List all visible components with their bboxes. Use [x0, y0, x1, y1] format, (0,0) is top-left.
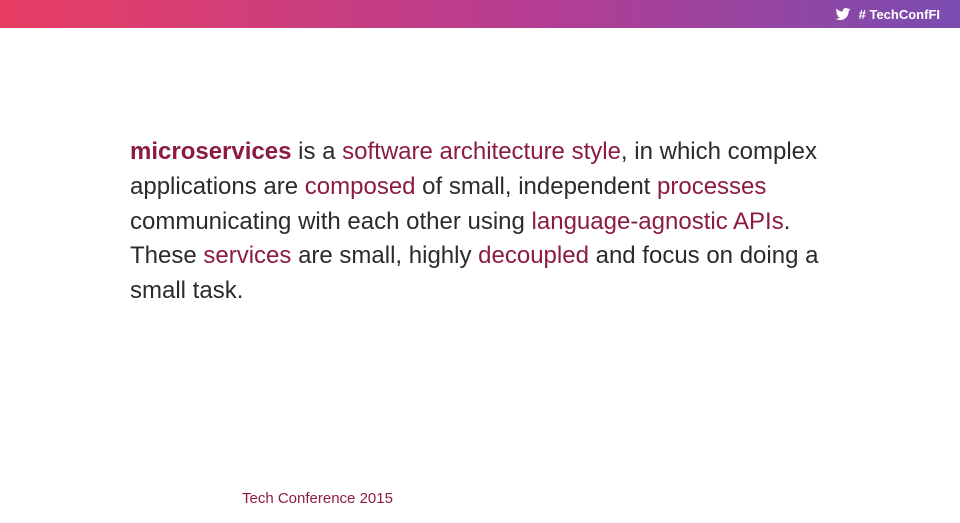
text: . [784, 208, 791, 235]
highlight-text: software architecture style [342, 138, 621, 165]
paragraph-1: microservices is a software architecture… [130, 135, 830, 239]
text: These [130, 242, 203, 269]
footer-label: Tech Conference 2015 [242, 490, 393, 507]
slide-body: microservices is a software architecture… [130, 135, 830, 309]
highlight-text: processes [657, 173, 766, 200]
text: communicating with each other using [130, 208, 532, 235]
highlight-text: decoupled [478, 242, 589, 269]
text: is a [291, 138, 342, 165]
highlight-text: language-agnostic APIs [532, 208, 784, 235]
hashtag-group: # TechConfFI [835, 6, 940, 22]
highlight-strong: microservices [130, 138, 291, 165]
paragraph-2: These services are small, highly decoupl… [130, 239, 830, 309]
text: of small, independent [416, 173, 658, 200]
text: are small, highly [291, 242, 478, 269]
top-bar: # TechConfFI [0, 0, 960, 28]
highlight-text: composed [305, 173, 416, 200]
twitter-bird-icon [835, 6, 851, 22]
highlight-text: services [203, 242, 291, 269]
hashtag-label: # TechConfFI [859, 7, 940, 22]
